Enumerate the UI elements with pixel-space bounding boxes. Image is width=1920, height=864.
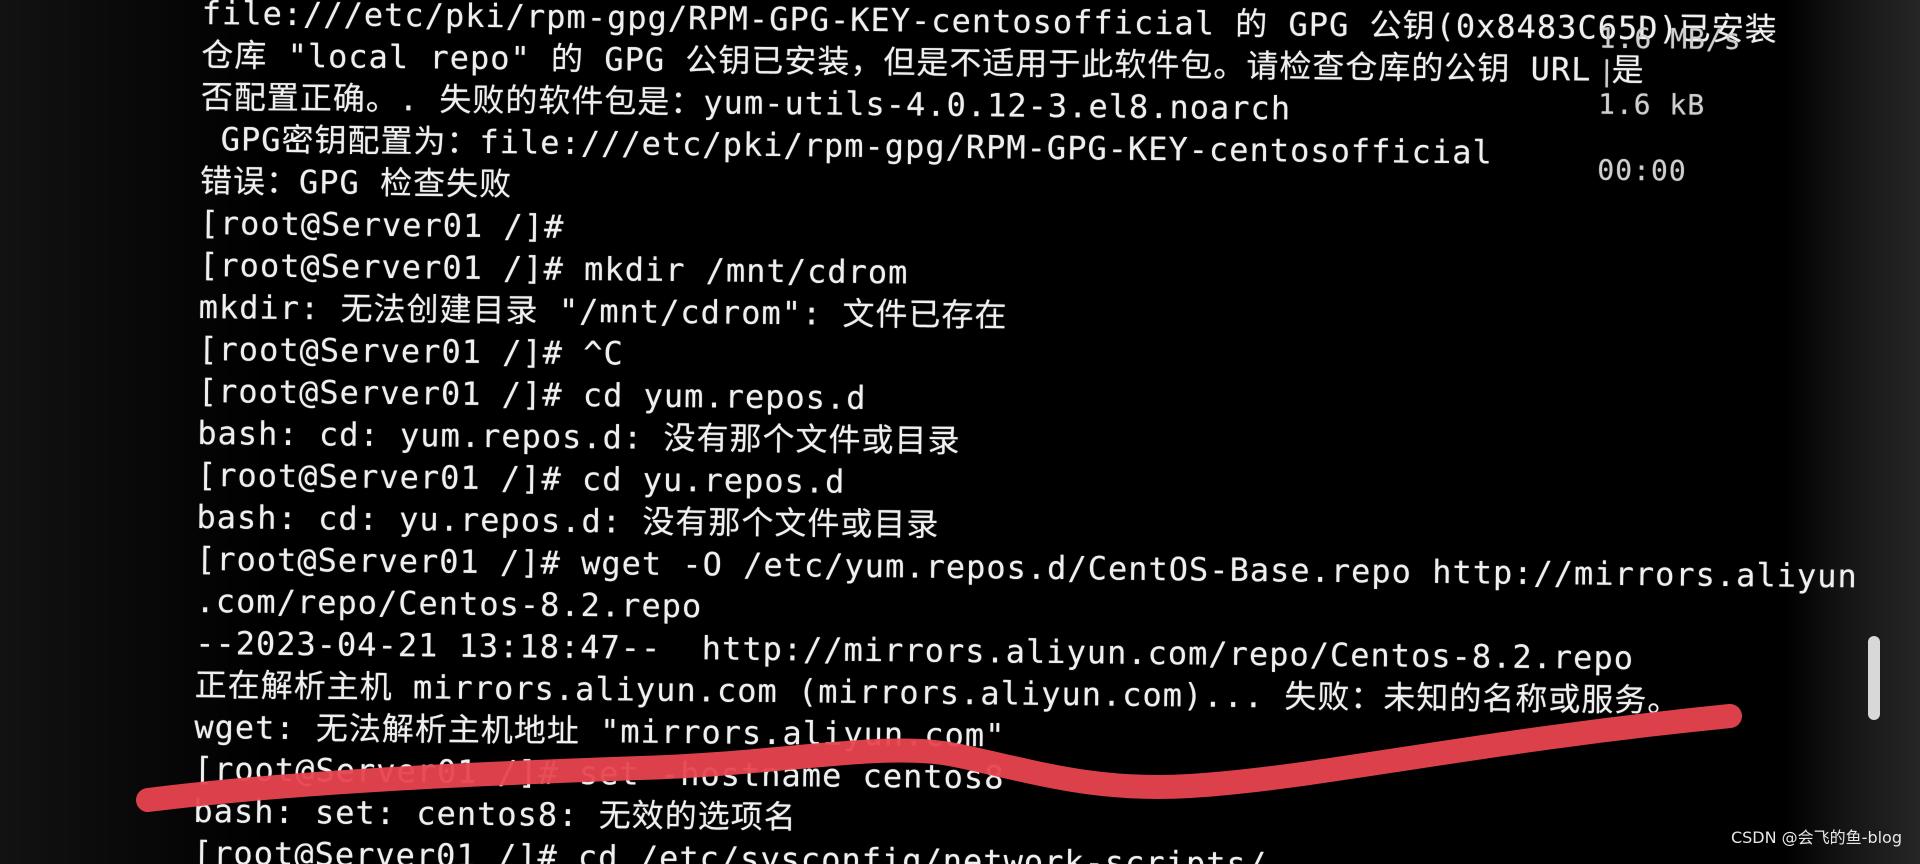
transfer-size: 1.6 kB: [1597, 87, 1706, 122]
scrollbar-thumb[interactable]: [1868, 636, 1880, 720]
terminal-output[interactable]: 1.6 MB/s | 1.6 kB 00:00 file:///etc/pki/…: [193, 0, 1882, 864]
transfer-status: 1.6 MB/s | 1.6 kB 00:00: [1490, 0, 1742, 221]
watermark: CSDN @会飞的鱼-blog: [1730, 828, 1902, 847]
transfer-speed: 1.6 MB/s: [1598, 21, 1742, 57]
terminal-screen: 1.6 MB/s | 1.6 kB 00:00 file:///etc/pki/…: [0, 0, 1920, 864]
transfer-eta: 00:00: [1597, 153, 1687, 188]
transfer-separator: |: [1598, 54, 1617, 88]
